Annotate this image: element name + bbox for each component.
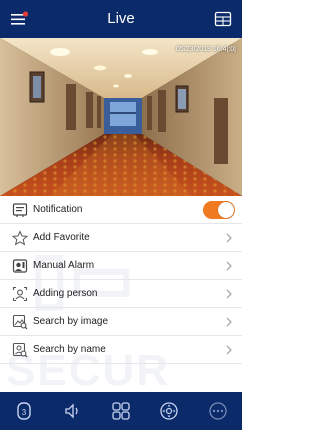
chevron-right-icon [224,288,234,300]
volume-icon [64,403,78,419]
list-item-add-favorite[interactable]: Add Favorite [0,224,242,252]
window-grid-button[interactable] [210,6,236,32]
page-title: Live [107,10,135,27]
list-item-search-by-name[interactable]: Search by name [0,336,242,364]
add-person-icon [11,285,29,303]
list-item-label: Search by name [33,344,106,355]
image-search-icon [11,313,29,331]
record-icon: 3 [17,402,31,420]
volume-button[interactable] [60,398,86,424]
list-item-label: Notification [33,204,83,215]
list-item-manual-alarm[interactable]: Manual Alarm [0,252,242,280]
chevron-right-icon [224,316,234,328]
layout-grid-icon [112,402,130,420]
window-grid-icon [214,11,232,27]
chevron-right-icon [224,344,234,356]
notification-toggle[interactable] [203,200,235,219]
list-item-label: Adding person [33,288,98,299]
more-button[interactable] [205,398,231,424]
menu-icon [11,11,28,25]
video-timestamp: 05/23/2018 16:4|:0| [175,46,236,53]
svg-text:3: 3 [22,408,27,417]
alarm-icon [11,257,29,275]
live-options-list: ▯▭ SECUR Notification Add Favorite Manua… [0,196,242,392]
list-item-adding-person[interactable]: Adding person [0,280,242,308]
list-item-label: Manual Alarm [33,260,95,271]
app-screen: Live 05/23/2018 16:4|:0| ▯▭ SECUR Notifi… [0,0,242,430]
corridor-image [0,38,242,196]
live-video-view[interactable]: 05/23/2018 16:4|:0| [0,38,242,196]
name-search-icon [11,341,29,359]
list-item-notification[interactable]: Notification [0,196,242,224]
list-item-label: Add Favorite [33,232,90,243]
top-bar: Live [0,0,242,38]
toggle-knob [218,201,234,218]
notification-icon [11,201,29,219]
chevron-right-icon [224,232,234,244]
bottom-toolbar: 3 [0,392,242,430]
layout-button[interactable] [108,398,134,424]
list-item-search-by-image[interactable]: Search by image [0,308,242,336]
more-icon [209,402,227,420]
record-button[interactable]: 3 [11,398,37,424]
ptz-button[interactable] [156,398,182,424]
star-icon [11,229,29,247]
chevron-right-icon [224,260,234,272]
menu-button[interactable] [6,6,32,32]
ptz-icon [160,402,179,420]
list-item-label: Search by image [33,316,109,327]
